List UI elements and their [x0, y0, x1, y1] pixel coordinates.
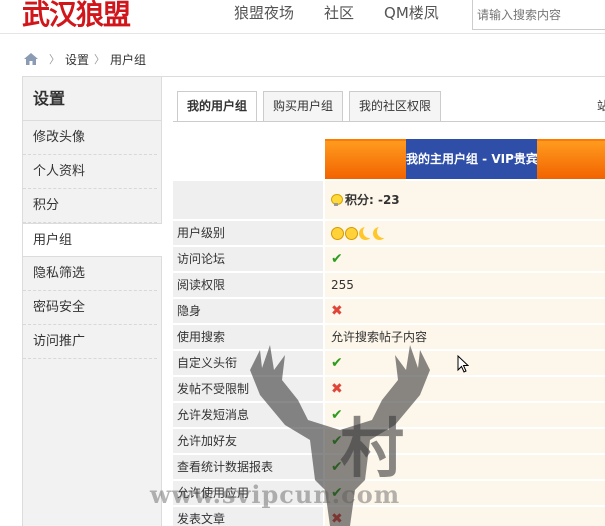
- site-logo[interactable]: 武汉狼盟: [22, 0, 131, 30]
- permission-value: 允许搜索帖子内容: [325, 325, 605, 349]
- sidebar-item-password[interactable]: 密码安全: [23, 291, 157, 325]
- smiley-face-icon: [331, 226, 344, 240]
- tab-divider: [173, 121, 605, 122]
- sidebar-item-profile[interactable]: 个人资料: [23, 155, 157, 189]
- table-row: 使用搜索 允许搜索帖子内容: [173, 325, 605, 351]
- permission-label: 用户级别: [173, 221, 323, 245]
- sidebar-menu: 修改头像 个人资料 积分 用户组 隐私筛选 密码安全 访问推广: [23, 121, 162, 359]
- table-row: 允许发短消息 ✔: [173, 403, 605, 429]
- table-row: 发表文章 ✖: [173, 507, 605, 526]
- table-row: 用户级别: [173, 221, 605, 247]
- check-icon: ✔: [331, 433, 343, 449]
- sidebar-item-avatar[interactable]: 修改头像: [23, 121, 157, 155]
- sidebar-item-points[interactable]: 积分: [23, 189, 157, 223]
- content-container: 设置 修改头像 个人资料 积分 用户组 隐私筛选 密码安全 访问推广 我的用户组…: [22, 76, 605, 526]
- main-panel: 我的用户组 购买用户组 我的社区权限 站 我的主用户组 - VIP贵宾 积分: …: [173, 91, 605, 526]
- sidebar-item-promotion[interactable]: 访问推广: [23, 325, 157, 359]
- permission-value: [325, 221, 605, 245]
- cross-icon: ✖: [331, 303, 343, 319]
- permission-value: ✖: [325, 377, 605, 401]
- main-nav: 狼盟夜场 社区 QM楼凤: [234, 0, 469, 30]
- permission-value: ✔: [325, 481, 605, 505]
- nav-item-yechang[interactable]: 狼盟夜场: [234, 0, 294, 30]
- permission-label: 允许发短消息: [173, 403, 323, 427]
- check-icon: ✔: [331, 251, 343, 267]
- points-row-label: [173, 181, 323, 219]
- check-icon: ✔: [331, 459, 343, 475]
- breadcrumb: 〉 设置 〉 用户组: [0, 45, 605, 73]
- sidebar-item-usergroup[interactable]: 用户组: [23, 223, 162, 257]
- permission-label: 发帖不受限制: [173, 377, 323, 401]
- table-row: 隐身 ✖: [173, 299, 605, 325]
- table-header: 我的主用户组 - VIP贵宾: [173, 139, 605, 179]
- table-row: 自定义头衔 ✔: [173, 351, 605, 377]
- tab-my-usergroup[interactable]: 我的用户组: [177, 91, 258, 122]
- tab-community-permissions[interactable]: 我的社区权限: [349, 91, 442, 121]
- permission-value: ✔: [325, 247, 605, 271]
- permission-label: 隐身: [173, 299, 323, 323]
- permission-label: 自定义头衔: [173, 351, 323, 375]
- nav-item-community[interactable]: 社区: [324, 0, 354, 30]
- breadcrumb-usergroup[interactable]: 用户组: [110, 51, 146, 68]
- smiley-face-icon: [345, 226, 358, 240]
- moon-icon: [359, 227, 372, 240]
- table-row: 访问论坛 ✔: [173, 247, 605, 273]
- site-header: 武汉狼盟 狼盟夜场 社区 QM楼凤: [0, 0, 605, 34]
- table-row: 阅读权限 255: [173, 273, 605, 299]
- permission-label: 访问论坛: [173, 247, 323, 271]
- search-input[interactable]: [472, 0, 605, 30]
- breadcrumb-settings[interactable]: 设置: [65, 51, 89, 68]
- sidebar: 设置 修改头像 个人资料 积分 用户组 隐私筛选 密码安全 访问推广: [23, 77, 162, 526]
- home-icon[interactable]: [24, 53, 38, 65]
- mouse-cursor-icon: [457, 355, 469, 373]
- permission-value-text: 允许搜索帖子内容: [331, 330, 428, 344]
- permission-label: 允许加好友: [173, 429, 323, 453]
- main-group-label: 我的主用户组 - VIP贵宾: [406, 139, 537, 179]
- permission-label: 发表文章: [173, 507, 323, 526]
- table-row: 允许使用应用 ✔: [173, 481, 605, 507]
- permission-value: ✔: [325, 455, 605, 479]
- permission-value: 255: [325, 273, 605, 297]
- points-row: 积分: -23: [173, 181, 605, 221]
- chevron-right-icon: 〉: [49, 53, 60, 66]
- permission-label: 允许使用应用: [173, 481, 323, 505]
- cross-icon: ✖: [331, 511, 343, 526]
- tab-side-text: 站: [597, 99, 605, 113]
- tab-buy-usergroup[interactable]: 购买用户组: [263, 91, 344, 121]
- permission-value: ✖: [325, 299, 605, 323]
- check-icon: ✔: [331, 407, 343, 423]
- usergroup-table: 我的主用户组 - VIP贵宾 积分: -23 用户级别 访问论坛 ✔ 阅读权限 255 隐…: [173, 139, 605, 526]
- check-icon: ✔: [331, 355, 343, 371]
- nav-item-qm[interactable]: QM楼凤: [384, 0, 439, 30]
- permission-value: ✔: [325, 429, 605, 453]
- permission-label: 阅读权限: [173, 273, 323, 297]
- cross-icon: ✖: [331, 381, 343, 397]
- check-icon: ✔: [331, 485, 343, 501]
- moon-icon: [373, 227, 386, 240]
- table-row: 发帖不受限制 ✖: [173, 377, 605, 403]
- permission-value: ✖: [325, 507, 605, 526]
- permission-rows: 用户级别 访问论坛 ✔ 阅读权限 255 隐身 ✖ 使用搜索 允许搜索帖子内容 自定义头衔 ✔ 发帖不…: [173, 221, 605, 526]
- points-value: 积分: -23: [325, 181, 605, 219]
- lightbulb-icon: [331, 194, 343, 206]
- table-row: 查看统计数据报表 ✔: [173, 455, 605, 481]
- permission-value: ✔: [325, 403, 605, 427]
- tab-bar: 我的用户组 购买用户组 我的社区权限: [177, 91, 447, 122]
- points-text: 积分: -23: [345, 193, 400, 207]
- chevron-right-icon: 〉: [94, 53, 106, 66]
- table-row: 允许加好友 ✔: [173, 429, 605, 455]
- sidebar-item-privacy[interactable]: 隐私筛选: [23, 257, 157, 291]
- permission-value-text: 255: [331, 278, 354, 292]
- permission-label: 使用搜索: [173, 325, 323, 349]
- permission-label: 查看统计数据报表: [173, 455, 323, 479]
- sidebar-title: 设置: [23, 77, 161, 121]
